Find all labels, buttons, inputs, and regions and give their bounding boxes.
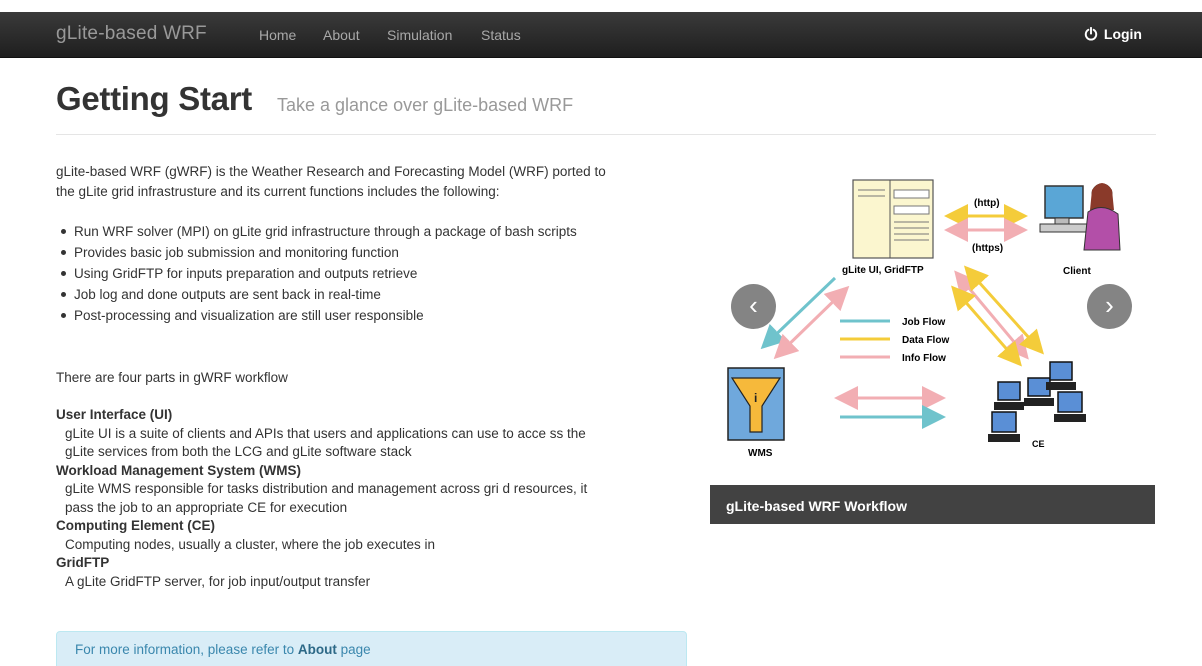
part-desc: A gLite GridFTP server, for job input/ou… bbox=[65, 573, 371, 589]
feature-list: Run WRF solver (MPI) on gLite grid infra… bbox=[56, 221, 696, 326]
workflow-parts: User Interface (UI) gLite UI is a suite … bbox=[56, 406, 696, 591]
https-label: (https) bbox=[972, 243, 1003, 254]
wms-label: WMS bbox=[748, 448, 773, 459]
part-title: GridFTP bbox=[56, 555, 110, 570]
client-icon bbox=[1039, 183, 1121, 251]
nav-home[interactable]: Home bbox=[259, 27, 296, 43]
server-icon bbox=[852, 179, 934, 259]
power-icon bbox=[1084, 27, 1098, 41]
nav-status[interactable]: Status bbox=[481, 27, 521, 43]
ui-label: gLite UI, GridFTP bbox=[842, 265, 924, 276]
client-label: Client bbox=[1063, 266, 1091, 277]
login-button[interactable]: Login bbox=[1084, 26, 1142, 42]
legend-job: Job Flow bbox=[902, 317, 946, 328]
part-title: Workload Management System (WMS) bbox=[56, 462, 302, 478]
part-desc: Computing nodes, usually a cluster, wher… bbox=[65, 536, 435, 552]
list-item: Provides basic job submission and monito… bbox=[56, 242, 696, 263]
legend-data: Data Flow bbox=[902, 335, 949, 346]
part-desc: gLite services from both the LCG and gLi… bbox=[65, 444, 412, 459]
info-alert: For more information, please refer to Ab… bbox=[56, 631, 687, 666]
carousel-caption: gLite-based WRF Workflow bbox=[710, 485, 1155, 524]
page-subtitle: Take a glance over gLite-based WRF bbox=[277, 95, 574, 115]
cluster-icon bbox=[988, 361, 1086, 442]
nav-simulation[interactable]: Simulation bbox=[387, 27, 452, 43]
list-item: Run WRF solver (MPI) on gLite grid infra… bbox=[56, 221, 696, 242]
page-header: Getting Start Take a glance over gLite-b… bbox=[56, 78, 1156, 135]
legend-info: Info Flow bbox=[902, 353, 946, 364]
about-link[interactable]: About bbox=[298, 642, 337, 657]
alert-text: For more information, please refer to bbox=[75, 642, 298, 657]
intro-line: gLite-based WRF (gWRF) is the Weather Re… bbox=[56, 164, 606, 179]
carousel-prev-button[interactable]: ‹ bbox=[731, 284, 776, 329]
list-item: Job log and done outputs are sent back i… bbox=[56, 284, 696, 305]
intro-paragraph: gLite-based WRF (gWRF) is the Weather Re… bbox=[56, 162, 696, 202]
http-label: (http) bbox=[974, 198, 1000, 209]
page-title: Getting Start bbox=[56, 80, 252, 117]
caption-title: gLite-based WRF Workflow bbox=[726, 498, 907, 514]
login-label: Login bbox=[1103, 26, 1142, 42]
ce-label: CE bbox=[1032, 439, 1045, 449]
workflow-diagram: gLite UI, GridFTP (http) (https) Client … bbox=[727, 179, 1121, 459]
intro-line: the gLite grid infrastrusture and its cu… bbox=[56, 184, 500, 199]
svg-text:i: i bbox=[754, 391, 757, 405]
part-desc: gLite UI is a suite of clients and APIs … bbox=[65, 425, 586, 441]
navbar: gLite-based WRF Home About Simulation St… bbox=[0, 12, 1202, 58]
list-item: Post-processing and visualization are st… bbox=[56, 305, 696, 326]
part-desc: pass the job to an appropriate CE for ex… bbox=[65, 499, 348, 515]
list-item: Using GridFTP for inputs preparation and… bbox=[56, 263, 696, 284]
workflow-intro: There are four parts in gWRF workflow bbox=[56, 370, 288, 385]
carousel-next-button[interactable]: › bbox=[1087, 284, 1132, 329]
brand-link[interactable]: gLite-based WRF bbox=[56, 23, 207, 45]
alert-text-suffix: page bbox=[336, 642, 371, 657]
part-desc: gLite WMS responsible for tasks distribu… bbox=[65, 481, 588, 496]
part-title: Computing Element (CE) bbox=[56, 518, 215, 533]
part-title: User Interface (UI) bbox=[56, 407, 173, 422]
funnel-icon: i bbox=[727, 367, 785, 441]
workflow-carousel: gLite UI, GridFTP (http) (https) Client … bbox=[710, 150, 1155, 524]
nav-about[interactable]: About bbox=[323, 27, 360, 43]
